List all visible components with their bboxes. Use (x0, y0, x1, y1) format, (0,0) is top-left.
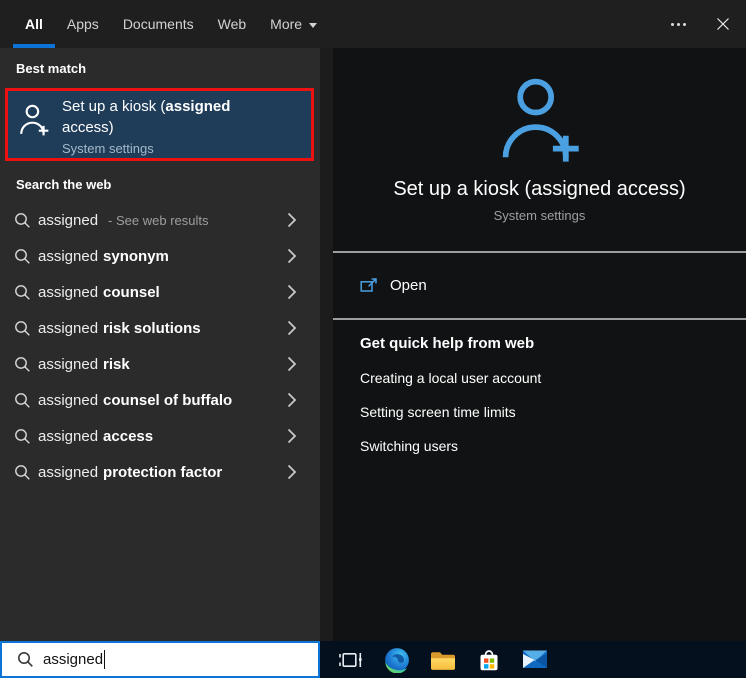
results-panel: Best match Set up a kiosk (assigned acce… (0, 48, 320, 641)
preview-title: Set up a kiosk (assigned access) (393, 178, 686, 200)
microsoft-store-button[interactable] (466, 641, 512, 678)
help-section: Get quick help from web Creating a local… (333, 320, 746, 454)
best-match-result[interactable]: Set up a kiosk (assigned access) System … (5, 88, 314, 161)
file-explorer-button[interactable] (420, 641, 466, 678)
web-suggestion[interactable]: assigned synonym (0, 238, 320, 274)
web-suggestion[interactable]: assigned access (0, 418, 320, 454)
more-options-button[interactable] (662, 9, 694, 39)
search-icon (15, 248, 30, 264)
tab-web[interactable]: Web (206, 0, 259, 48)
chevron-right-icon[interactable] (287, 356, 297, 372)
search-icon (15, 320, 30, 336)
close-icon (717, 18, 729, 30)
tab-documents[interactable]: Documents (111, 0, 206, 48)
chevron-right-icon[interactable] (287, 212, 297, 228)
file-explorer-icon (431, 651, 455, 670)
search-filter-tabs: All Apps Documents Web More (0, 0, 329, 48)
search-icon (15, 212, 30, 228)
best-match-subtitle: System settings (62, 141, 154, 156)
edge-browser-icon (385, 647, 409, 673)
search-icon (15, 392, 30, 408)
open-external-icon (360, 277, 377, 292)
edge-button[interactable] (374, 641, 420, 678)
best-match-title: Set up a kiosk (assigned access) (62, 98, 231, 136)
help-header: Get quick help from web (360, 335, 535, 352)
task-view-icon (339, 652, 362, 667)
chevron-right-icon[interactable] (287, 464, 297, 480)
task-view-button[interactable] (328, 641, 374, 678)
mail-button[interactable] (512, 641, 558, 678)
preview-panel: Set up a kiosk (assigned access) System … (320, 48, 746, 641)
chevron-right-icon[interactable] (287, 248, 297, 264)
search-icon (15, 356, 30, 372)
taskbar (320, 641, 746, 678)
tab-apps[interactable]: Apps (55, 0, 111, 48)
search-web-header: Search the web (16, 177, 112, 192)
search-input[interactable]: assigned (0, 641, 320, 678)
topbar: All Apps Documents Web More (0, 0, 746, 48)
tab-more-label: More (270, 16, 303, 32)
search-icon (18, 652, 33, 667)
text-cursor (104, 650, 106, 669)
chevron-right-icon[interactable] (287, 428, 297, 444)
chevron-down-icon (309, 22, 318, 28)
search-icon (15, 464, 30, 480)
web-suggestion[interactable]: assigned protection factor (0, 454, 320, 490)
chevron-right-icon[interactable] (287, 284, 297, 300)
topbar-actions (662, 0, 746, 48)
web-suggestion[interactable]: assigned risk (0, 346, 320, 382)
search-icon (15, 284, 30, 300)
open-label: Open (390, 277, 427, 294)
best-match-text: Set up a kiosk (assigned access) System … (62, 91, 258, 158)
open-action[interactable]: Open (333, 253, 746, 318)
search-icon (15, 428, 30, 444)
add-user-icon (20, 104, 49, 136)
chevron-right-icon[interactable] (287, 320, 297, 336)
tab-all[interactable]: All (13, 0, 55, 48)
web-suggestion[interactable]: assigned - See web results (0, 202, 320, 238)
chevron-right-icon[interactable] (287, 392, 297, 408)
best-match-header: Best match (16, 61, 87, 76)
help-link[interactable]: Switching users (360, 438, 746, 454)
help-link[interactable]: Setting screen time limits (360, 404, 746, 420)
preview-subtitle: System settings (493, 208, 586, 223)
web-suggestion[interactable]: assigned counsel of buffalo (0, 382, 320, 418)
search-query-text: assigned (43, 651, 104, 668)
close-button[interactable] (706, 7, 740, 41)
microsoft-store-icon (480, 649, 498, 670)
add-user-icon (502, 78, 579, 162)
help-link[interactable]: Creating a local user account (360, 370, 746, 386)
web-suggestion[interactable]: assigned risk solutions (0, 310, 320, 346)
tab-more[interactable]: More (258, 0, 329, 48)
mail-icon (523, 650, 547, 668)
web-suggestion[interactable]: assigned counsel (0, 274, 320, 310)
